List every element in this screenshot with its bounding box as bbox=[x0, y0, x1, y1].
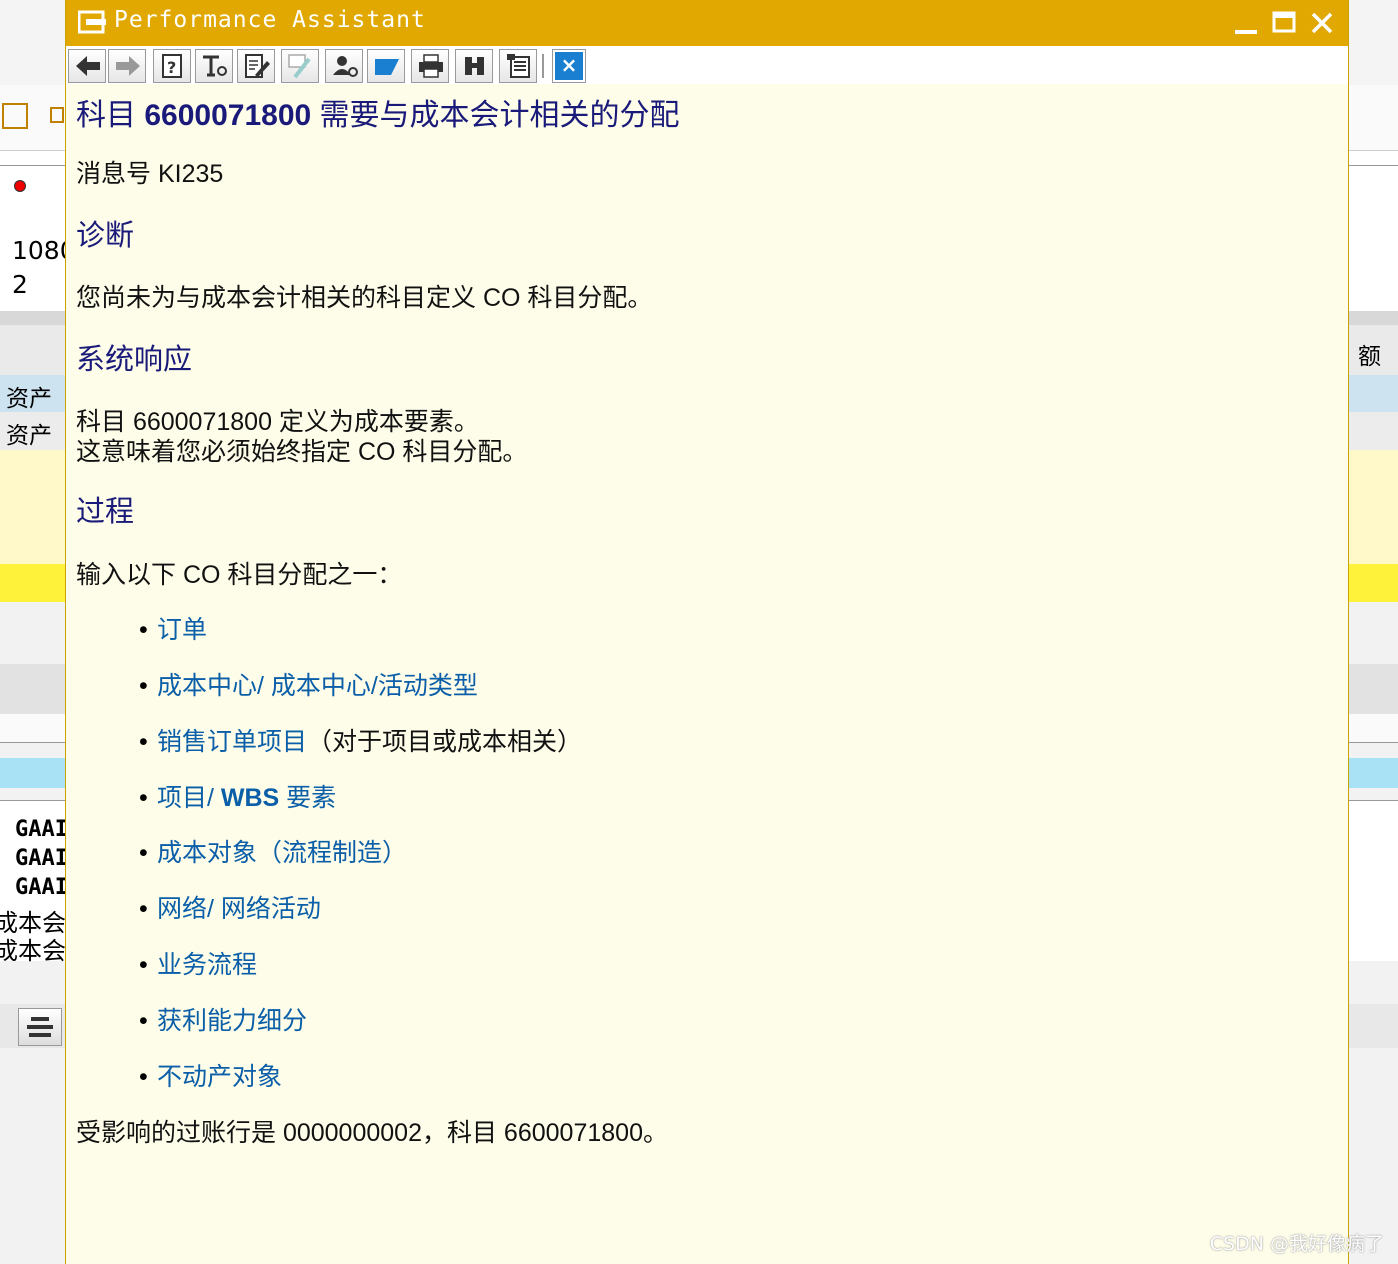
list-item: • 网络/ 网络活动 bbox=[139, 889, 321, 925]
technical-info-button[interactable] bbox=[195, 49, 233, 83]
bg-row-label-2: 资产 bbox=[6, 423, 52, 449]
bg-grid-icon[interactable] bbox=[2, 103, 28, 129]
list-item: • 订单 bbox=[139, 610, 207, 646]
sales-order-note: （对于项目或成本相关） bbox=[307, 728, 583, 756]
close-help-button[interactable]: × bbox=[552, 49, 586, 83]
copy-icon bbox=[507, 54, 530, 78]
link-network[interactable]: 网络/ 网络活动 bbox=[157, 895, 321, 923]
bullet-icon: • bbox=[139, 616, 148, 644]
link-real-estate-object[interactable]: 不动产对象 bbox=[157, 1063, 282, 1091]
bg-cost-text-2: 成本会 bbox=[0, 937, 66, 965]
bullet-icon: • bbox=[139, 1007, 148, 1035]
title-prefix: 科目 bbox=[76, 99, 145, 132]
back-button[interactable] bbox=[68, 49, 106, 83]
procedure-heading: 过程 bbox=[76, 496, 135, 528]
link-profitability-segment[interactable]: 获利能力细分 bbox=[157, 1007, 307, 1035]
maximize-icon[interactable] bbox=[1271, 10, 1297, 36]
title-account-number: 6600071800 bbox=[144, 99, 312, 132]
bullet-icon: • bbox=[139, 672, 148, 700]
link-cost-object[interactable]: 成本对象（流程制造） bbox=[157, 839, 407, 867]
help-button[interactable]: ? bbox=[153, 49, 191, 83]
edit-icon bbox=[245, 54, 270, 78]
bullet-icon: • bbox=[139, 728, 148, 756]
link-business-process[interactable]: 业务流程 bbox=[157, 951, 257, 979]
bg-grid-icon-2[interactable] bbox=[50, 107, 64, 123]
minimize-icon[interactable] bbox=[1233, 10, 1259, 36]
help-icon: ? bbox=[162, 54, 182, 78]
message-number: 消息号 KI235 bbox=[76, 160, 224, 188]
svg-text:?: ? bbox=[167, 58, 176, 77]
status-dot-icon bbox=[14, 180, 26, 192]
forward-button[interactable] bbox=[108, 49, 146, 83]
watermark: CSDN @我好像病了 bbox=[1209, 1233, 1384, 1255]
bg-ledger-2: GAAI bbox=[15, 846, 68, 871]
title-bar[interactable]: Performance Assistant bbox=[66, 0, 1348, 46]
bg-sort-button[interactable] bbox=[18, 1008, 62, 1046]
copy-button[interactable] bbox=[499, 49, 537, 83]
list-item: • 销售订单项目（对于项目或成本相关） bbox=[139, 722, 582, 758]
bg-ledger-3: GAAI bbox=[15, 875, 68, 900]
system-response-heading: 系统响应 bbox=[76, 344, 193, 376]
bullet-icon: • bbox=[139, 784, 148, 812]
print-button[interactable] bbox=[411, 49, 449, 83]
close-window-icon[interactable] bbox=[1309, 10, 1335, 36]
bullet-icon: • bbox=[139, 839, 148, 867]
highlight-button[interactable] bbox=[281, 49, 319, 83]
toolbar: ? × bbox=[66, 46, 1348, 84]
link-project[interactable]: 项目/ WBS 要素 bbox=[157, 784, 336, 812]
performance-assistant-window: Performance Assistant ? × 科目 6600071800 … bbox=[65, 0, 1349, 1264]
affected-line-text: 受影响的过账行是 0000000002，科目 6600071800。 bbox=[76, 1119, 668, 1147]
list-item: • 成本对象（流程制造） bbox=[139, 833, 407, 869]
flag-button[interactable] bbox=[367, 49, 405, 83]
system-response-line-2: 这意味着您必须始终指定 CO 科目分配。 bbox=[76, 438, 528, 466]
list-item: • 业务流程 bbox=[139, 945, 257, 981]
page-title: 科目 6600071800 需要与成本会计相关的分配 bbox=[76, 90, 680, 134]
link-cost-center[interactable]: 成本中心/ 成本中心/活动类型 bbox=[157, 672, 478, 700]
window-logo-icon bbox=[78, 10, 106, 34]
link-project-text: 项目/ bbox=[157, 784, 221, 812]
close-icon: × bbox=[560, 53, 578, 77]
forward-icon bbox=[116, 56, 140, 76]
list-item: • 不动产对象 bbox=[139, 1057, 282, 1093]
bullet-icon: • bbox=[139, 951, 148, 979]
title-suffix: 需要与成本会计相关的分配 bbox=[311, 99, 680, 132]
bg-number-2: 2 bbox=[12, 270, 28, 299]
technical-info-icon bbox=[203, 55, 227, 77]
bg-row-label: 资产 bbox=[6, 386, 52, 412]
bullet-icon: • bbox=[139, 1063, 148, 1091]
diagnosis-text: 您尚未为与成本会计相关的科目定义 CO 科目分配。 bbox=[76, 284, 653, 312]
link-wbs-text: WBS bbox=[220, 784, 280, 812]
find-icon bbox=[465, 57, 484, 75]
user-icon bbox=[333, 56, 358, 77]
highlight-icon bbox=[288, 54, 311, 79]
user-button[interactable] bbox=[325, 49, 363, 83]
find-button[interactable] bbox=[455, 49, 493, 83]
link-sales-order-item[interactable]: 销售订单项目 bbox=[157, 728, 307, 756]
bg-ledger: GAAI bbox=[15, 817, 68, 842]
flag-icon bbox=[375, 59, 399, 75]
toolbar-separator bbox=[542, 54, 544, 78]
print-icon bbox=[419, 54, 443, 78]
bullet-icon: • bbox=[139, 895, 148, 923]
edit-button[interactable] bbox=[237, 49, 275, 83]
link-order[interactable]: 订单 bbox=[157, 616, 207, 644]
link-element-text: 要素 bbox=[279, 784, 337, 812]
window-title: Performance Assistant bbox=[114, 7, 426, 33]
list-item: • 成本中心/ 成本中心/活动类型 bbox=[139, 666, 478, 702]
list-item: • 项目/ WBS 要素 bbox=[139, 778, 336, 814]
back-icon bbox=[76, 56, 100, 76]
bg-column-header-right: 额 bbox=[1358, 344, 1381, 370]
diagnosis-heading: 诊断 bbox=[76, 220, 135, 252]
list-item: • 获利能力细分 bbox=[139, 1001, 307, 1037]
procedure-intro: 输入以下 CO 科目分配之一： bbox=[76, 561, 403, 589]
